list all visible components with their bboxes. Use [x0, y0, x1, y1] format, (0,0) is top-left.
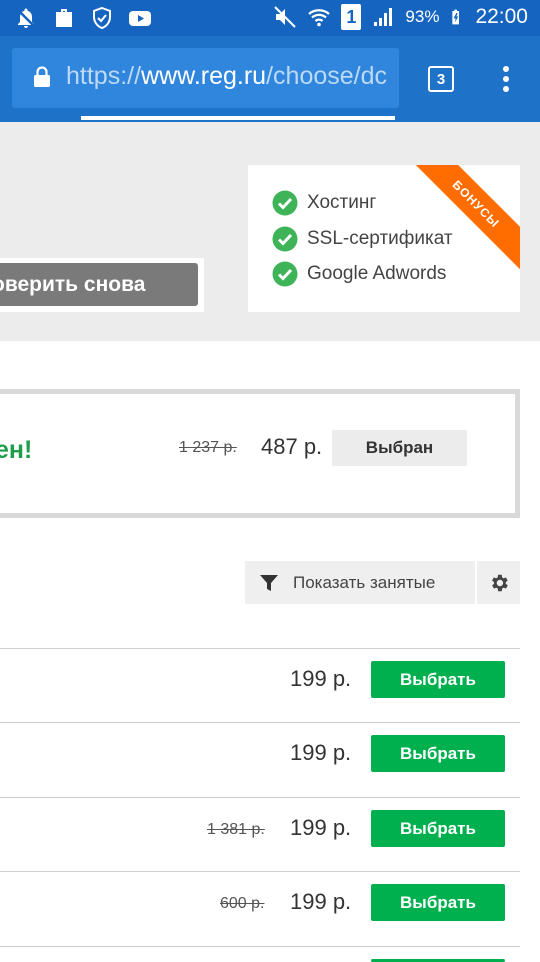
selected-button[interactable]: Выбран — [332, 430, 467, 466]
url-domain: www.reg.ru — [141, 62, 267, 90]
domain-row: 1 381 р. 199 р. Выбрать — [0, 797, 520, 872]
bonus-card: Хостинг SSL-сертификат Google Adwords БО… — [248, 165, 520, 312]
price: 199 р. — [290, 889, 352, 914]
notifications-off-icon — [16, 8, 36, 28]
bonus-item: Google Adwords — [272, 261, 446, 287]
bonus-item: Хостинг — [272, 190, 376, 216]
youtube-icon — [129, 11, 151, 26]
signal-icon — [374, 8, 393, 26]
url-prefix: https:// — [66, 62, 142, 90]
bonus-label: Хостинг — [307, 192, 377, 213]
url-text[interactable]: https://www.reg.ru/choose/dc — [66, 62, 396, 91]
clock: 22:00 — [475, 5, 528, 28]
price: 199 р. — [290, 740, 352, 765]
url-path: /choose/dc — [266, 62, 388, 90]
bonus-label: SSL-сертификат — [307, 228, 453, 249]
briefcase-icon — [56, 9, 72, 27]
page-load-indicator — [81, 116, 395, 120]
price: 199 р. — [290, 666, 352, 691]
price: 487 р. — [261, 434, 323, 459]
availability-status: ен! — [0, 436, 33, 464]
battery-percent: 93% — [405, 7, 440, 26]
settings-button[interactable] — [477, 561, 520, 604]
choose-button[interactable]: Выбрать — [371, 810, 505, 847]
shield-icon — [93, 6, 111, 30]
check-again-label: оверить снова — [0, 272, 146, 296]
check-circle-icon — [272, 190, 298, 216]
check-circle-icon — [272, 261, 298, 287]
show-taken-button[interactable]: Показать занятые — [245, 561, 475, 604]
choose-button[interactable]: Выбрать — [371, 661, 505, 698]
old-price: 1 237 р. — [179, 439, 237, 456]
price: 199 р. — [290, 815, 352, 840]
gear-icon — [491, 574, 508, 591]
domain-row: 199 р. Выбрать — [0, 722, 520, 797]
wifi-icon — [308, 9, 331, 27]
old-price: 600 р. — [220, 895, 265, 912]
filter-icon — [260, 574, 278, 591]
battery-charging-icon — [452, 9, 460, 25]
choose-button[interactable]: Выбрать — [371, 735, 505, 772]
bonus-label: Google Adwords — [307, 263, 447, 284]
browser-toolbar: https://www.reg.ru/choose/dc 3 — [0, 36, 540, 122]
bonus-item: SSL-сертификат — [272, 226, 453, 252]
domain-row — [0, 946, 520, 962]
lock-icon — [34, 66, 50, 87]
overflow-menu-icon[interactable] — [496, 64, 516, 94]
tab-switcher-button[interactable]: 3 — [428, 66, 454, 92]
selected-domain-card: ен! 1 237 р. 487 р. Выбран — [0, 389, 520, 518]
show-taken-label: Показать занятые — [293, 572, 436, 592]
domain-row: 199 р. Выбрать — [0, 648, 520, 723]
check-circle-icon — [272, 226, 298, 252]
sim-icon: 1 — [341, 4, 362, 30]
status-bar: 1 93% 22:00 — [0, 0, 540, 36]
mute-icon — [274, 6, 297, 28]
check-again-button[interactable]: оверить снова — [0, 263, 198, 306]
url-bar[interactable]: https://www.reg.ru/choose/dc — [12, 48, 399, 108]
choose-button[interactable]: Выбрать — [371, 884, 505, 921]
old-price: 1 381 р. — [207, 821, 265, 838]
domain-row: 600 р. 199 р. Выбрать — [0, 871, 520, 946]
